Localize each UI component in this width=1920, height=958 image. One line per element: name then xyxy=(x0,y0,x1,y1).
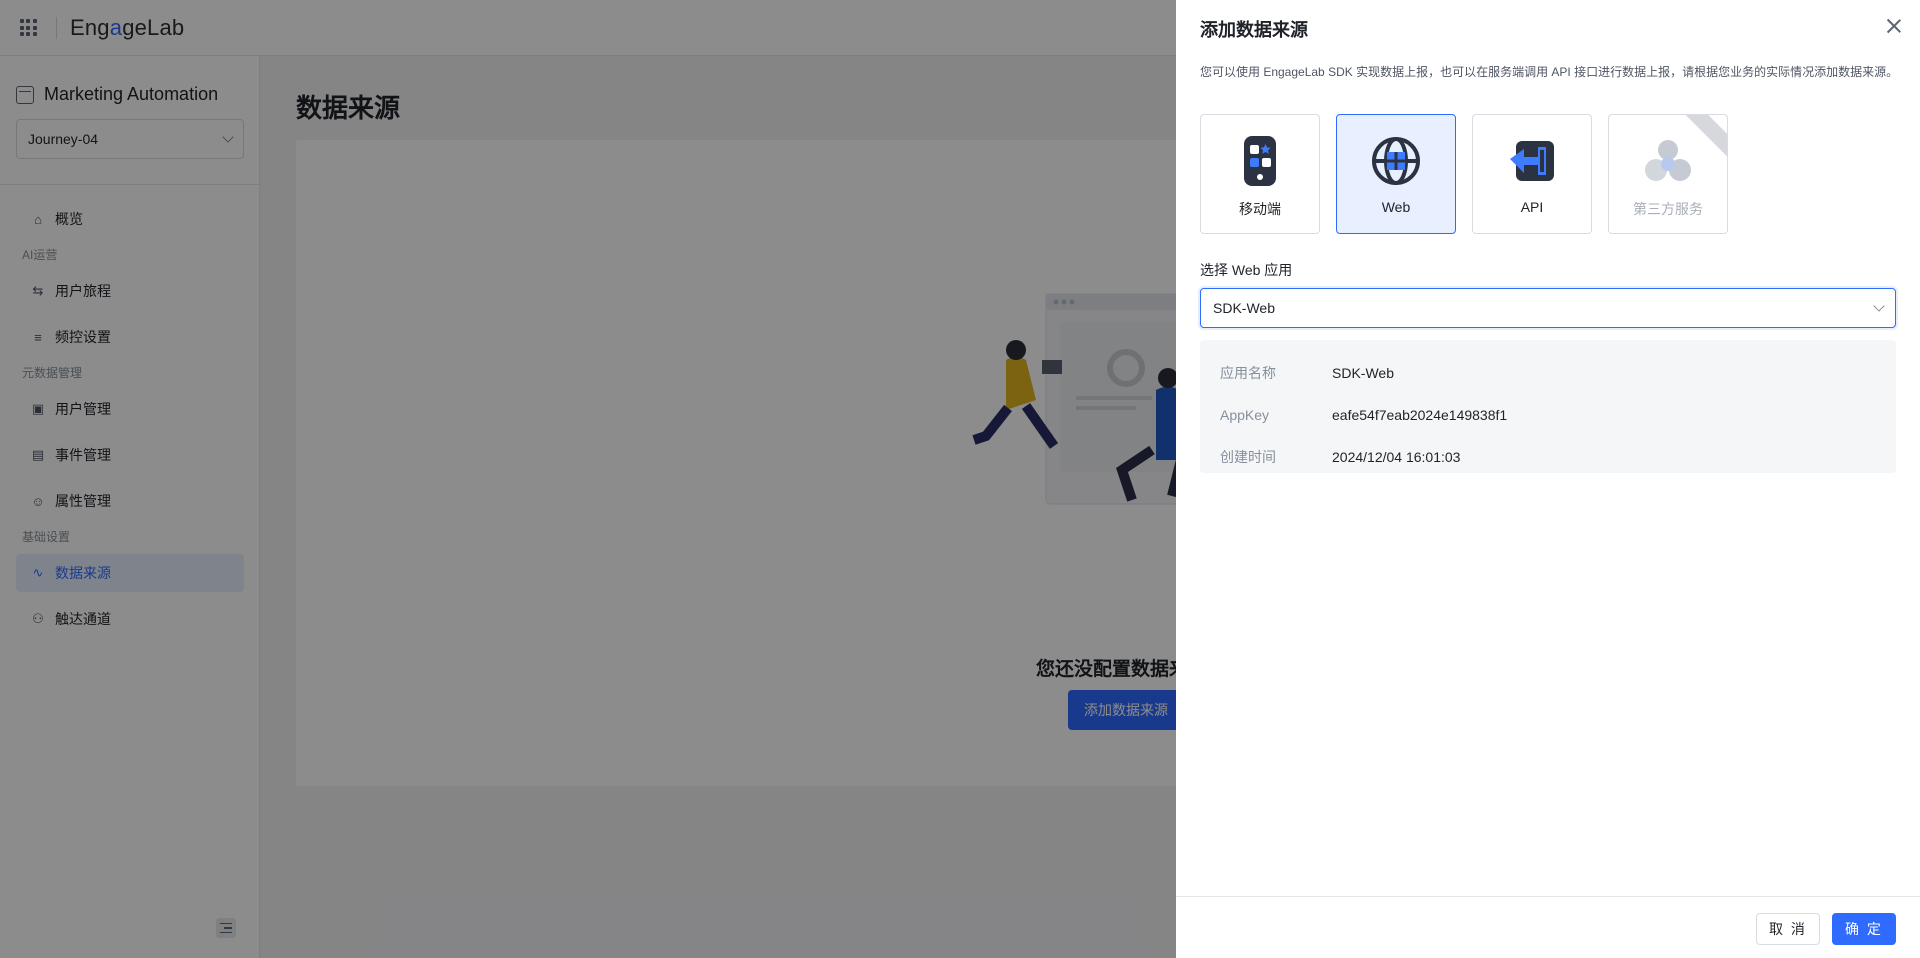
api-icon xyxy=(1506,135,1558,187)
app-info-panel: 应用名称 SDK-Web AppKey eafe54f7eab2024e1498… xyxy=(1200,340,1896,473)
third-party-icon xyxy=(1642,135,1694,187)
source-type-mobile[interactable]: 移动端 xyxy=(1200,114,1320,234)
info-row-appkey: AppKey eafe54f7eab2024e149838f1 xyxy=(1220,394,1876,436)
drawer-title: 添加数据来源 xyxy=(1200,20,1308,40)
source-type-label: 移动端 xyxy=(1239,201,1281,217)
close-icon[interactable] xyxy=(1886,18,1902,34)
source-type-label: API xyxy=(1520,199,1544,215)
info-value: eafe54f7eab2024e149838f1 xyxy=(1332,407,1508,423)
info-key: 应用名称 xyxy=(1220,365,1276,381)
info-key: 创建时间 xyxy=(1220,449,1276,465)
drawer-description: 您可以使用 EngageLab SDK 实现数据上报，也可以在服务端调用 API… xyxy=(1200,65,1899,79)
drawer-footer: 取 消 确 定 xyxy=(1176,896,1920,958)
info-row-app-name: 应用名称 SDK-Web xyxy=(1220,352,1876,394)
mobile-icon xyxy=(1234,135,1286,187)
confirm-button[interactable]: 确 定 xyxy=(1832,913,1896,945)
add-data-source-drawer: 添加数据来源 您可以使用 EngageLab SDK 实现数据上报，也可以在服务… xyxy=(1176,0,1920,958)
web-app-select-value: SDK-Web xyxy=(1213,300,1275,316)
source-type-third-party: 第三方服务 xyxy=(1608,114,1728,234)
globe-icon xyxy=(1370,135,1422,187)
cancel-button[interactable]: 取 消 xyxy=(1756,913,1820,945)
info-row-created-time: 创建时间 2024/12/04 16:01:03 xyxy=(1220,436,1876,478)
source-type-web[interactable]: Web xyxy=(1336,114,1456,234)
info-key: AppKey xyxy=(1220,407,1270,423)
info-value: 2024/12/04 16:01:03 xyxy=(1332,449,1461,465)
info-value: SDK-Web xyxy=(1332,365,1394,381)
source-type-options: 移动端 Web API 第三方服务 xyxy=(1200,114,1728,234)
source-type-label: Web xyxy=(1381,199,1411,215)
source-type-label: 第三方服务 xyxy=(1633,201,1703,217)
select-web-app-label: 选择 Web 应用 xyxy=(1200,262,1293,278)
web-app-select[interactable]: SDK-Web xyxy=(1200,288,1896,328)
source-type-api[interactable]: API xyxy=(1472,114,1592,234)
chevron-down-icon xyxy=(1873,300,1885,312)
